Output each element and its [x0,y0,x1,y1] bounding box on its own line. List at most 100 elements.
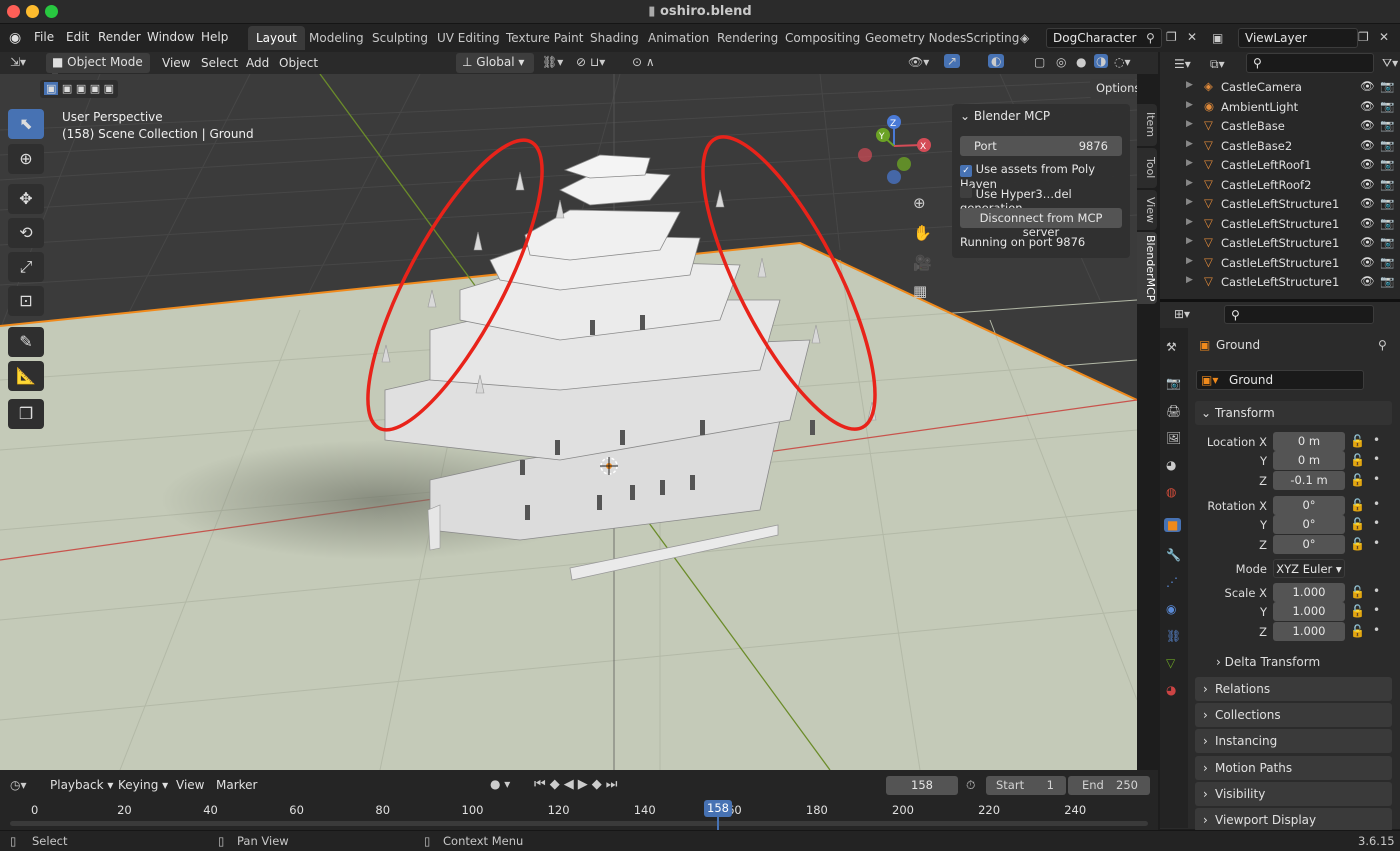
solid-shading-icon[interactable]: ● [1076,55,1086,69]
tab-item[interactable]: Item [1137,104,1157,146]
select-intersect-icon[interactable]: ▣ [104,82,114,95]
keyframe-dot-icon[interactable]: • [1373,497,1380,511]
tab-view[interactable]: View [1137,190,1157,230]
proportional-edit-icon[interactable]: ⊙ ∧ [632,55,655,69]
outliner-item[interactable]: ▶ ▽ CastleLeftStructure1_V 👁 📷 [1160,272,1400,292]
keyframe-dot-icon[interactable]: • [1373,433,1380,447]
move-tool[interactable]: ✥ [8,184,44,214]
timeline-view-menu[interactable]: View [176,778,204,792]
tab-layout[interactable]: Layout [248,26,305,50]
pan-hand-icon[interactable]: ✋ [913,224,932,242]
panel-relations[interactable]: › Relations [1195,677,1392,701]
properties-editor-icon[interactable]: ⊞▾ [1174,307,1190,321]
tab-geometry-nodes[interactable]: Geometry Nodes [857,26,974,50]
panel-visibility[interactable]: › Visibility [1195,782,1392,806]
jump-end-icon[interactable]: ⏭ [606,777,622,792]
select-invert-icon[interactable]: ▣ [90,82,100,95]
object-name-field[interactable]: Ground [1196,370,1364,390]
play-reverse-icon[interactable]: ◀ [564,777,578,792]
playback-menu[interactable]: Playback ▾ [50,778,113,792]
eye-icon[interactable]: 👁 [1360,79,1375,93]
remove-scene-icon[interactable]: ✕ [1187,30,1197,44]
lock-icon[interactable]: 🔓 [1350,517,1365,531]
visibility-icon[interactable]: 👁▾ [908,55,929,69]
view-layer-icon[interactable]: ▣ [1212,31,1223,45]
expand-arrow-icon[interactable]: ▶ [1186,256,1193,266]
camera-render-icon[interactable]: 📷 [1380,138,1394,152]
delta-transform-subpanel[interactable]: › Delta Transform [1216,655,1320,669]
panel-viewport-display[interactable]: › Viewport Display [1195,808,1392,832]
outliner-item[interactable]: ▶ ▽ CastleLeftStructure1_V 👁 📷 [1160,214,1400,234]
scale-tool[interactable]: ⤢ [8,252,44,282]
lock-icon[interactable]: 🔓 [1350,434,1365,448]
tab-blendermcp[interactable]: BlenderMCP [1137,232,1157,304]
transform-tool[interactable]: ⊡ [8,286,44,316]
start-frame-field[interactable]: Start 1 [986,776,1066,795]
xray-icon[interactable]: ▢ [1034,55,1045,69]
eye-icon[interactable]: 👁 [1360,99,1375,113]
keying-menu[interactable]: Keying ▾ [118,778,168,792]
pivot-icon[interactable]: ⛓▾ [542,55,563,69]
panel-instancing[interactable]: › Instancing [1195,729,1392,753]
expand-arrow-icon[interactable]: ▶ [1186,178,1193,188]
rotation-z-field[interactable]: 0° [1273,535,1345,554]
outliner-item[interactable]: ▶ ▽ CastleLeftRoof1 👁 📷 [1160,155,1400,175]
outliner-item[interactable]: ▶ ▽ CastleLeftStructure1_V 👁 📷 [1160,233,1400,253]
cursor-tool[interactable]: ⊕ [8,144,44,174]
camera-render-icon[interactable]: 📷 [1380,255,1394,269]
data-tab-icon[interactable]: ▽ [1166,656,1175,670]
eye-icon[interactable]: 👁 [1360,138,1375,152]
keyframe-dot-icon[interactable]: • [1373,536,1380,550]
tab-scripting[interactable]: Scripting [958,26,1027,50]
end-frame-field[interactable]: End 250 [1068,776,1150,795]
keyframe-dot-icon[interactable]: • [1373,452,1380,466]
tool-tab-icon[interactable]: ⚒ [1166,340,1177,354]
outliner-item[interactable]: ▶ ▽ CastleLeftRoof2 👁 📷 [1160,175,1400,195]
menu-window[interactable]: Window [147,30,194,44]
pin-icon[interactable]: ⚲ [1378,338,1387,352]
camera-render-icon[interactable]: 📷 [1380,274,1394,288]
outliner-search-input[interactable]: ⚲ [1246,53,1374,73]
annotate-tool[interactable]: ✎ [8,327,44,357]
snap-icon[interactable]: ⊘ ⊔▾ [576,55,605,69]
blender-logo-icon[interactable]: ◉ [9,30,21,46]
expand-arrow-icon[interactable]: ▶ [1186,217,1193,227]
marker-menu[interactable]: Marker [216,778,257,792]
eye-icon[interactable]: 👁 [1360,177,1375,191]
lock-icon[interactable]: 🔓 [1350,537,1365,551]
wireframe-shading-icon[interactable]: ◎ [1056,55,1066,69]
disconnect-button[interactable]: Disconnect from MCP server [960,208,1122,239]
current-frame-field[interactable]: 158 [886,776,958,795]
next-keyframe-icon[interactable]: ◆ [592,777,606,792]
lock-icon[interactable]: 🔓 [1350,585,1365,599]
location-x-field[interactable]: 0 m [1273,432,1345,451]
camera-render-icon[interactable]: 📷 [1380,235,1394,249]
mcp-panel-header[interactable]: ⌄ Blender MCP [960,109,1050,123]
expand-arrow-icon[interactable]: ▶ [1186,158,1193,168]
menu-render[interactable]: Render [98,30,141,44]
eye-icon[interactable]: 👁 [1360,196,1375,210]
menu-help[interactable]: Help [201,30,228,44]
lock-icon[interactable]: 🔓 [1350,624,1365,638]
filter-icon[interactable]: ⛛▾ [1382,56,1398,71]
select-menu[interactable]: Select [201,56,238,70]
tab-texture-paint[interactable]: Texture Paint [498,26,591,50]
location-z-field[interactable]: -0.1 m [1273,471,1345,490]
expand-arrow-icon[interactable]: ▶ [1186,80,1193,90]
playhead-marker[interactable]: 158 [704,800,732,817]
timer-icon[interactable]: ⏱ [966,778,975,793]
keyframe-dot-icon[interactable]: • [1373,516,1380,530]
expand-arrow-icon[interactable]: ▶ [1186,139,1193,149]
port-field[interactable]: Port 9876 [960,136,1122,156]
scale-x-field[interactable]: 1.000 [1273,583,1345,602]
tab-tool[interactable]: Tool [1137,148,1157,188]
tab-sculpting[interactable]: Sculpting [364,26,436,50]
outliner-item[interactable]: ▶ ◉ AmbientLight 👁 📷 [1160,97,1400,117]
playback-controls[interactable]: ⏮◆◀▶◆⏭ [534,777,621,792]
keyframe-dot-icon[interactable]: • [1373,472,1380,486]
location-y-field[interactable]: 0 m [1273,451,1345,470]
remove-view-layer-icon[interactable]: ✕ [1379,30,1389,44]
select-box-tool[interactable]: ⬉ [8,109,44,139]
rotation-y-field[interactable]: 0° [1273,515,1345,534]
outliner-item[interactable]: ▶ ▽ CastleBase 👁 📷 [1160,116,1400,136]
